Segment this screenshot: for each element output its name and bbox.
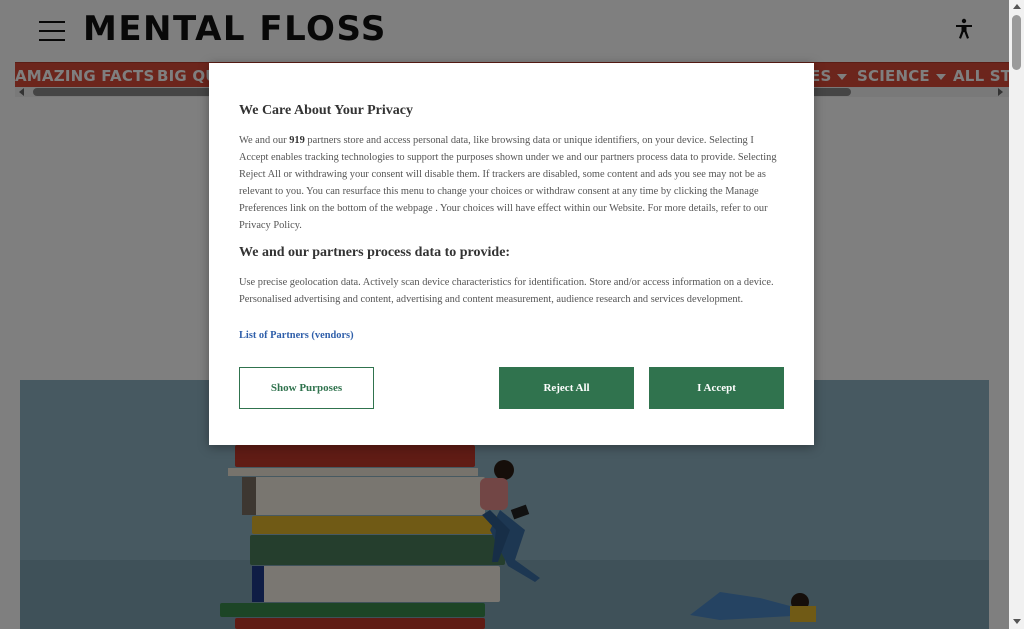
partners-list-link[interactable]: List of Partners (vendors) <box>239 330 354 341</box>
scroll-up-arrow-icon[interactable] <box>1013 4 1021 9</box>
dialog-title: We Care About Your Privacy <box>239 103 413 118</box>
scroll-down-arrow-icon[interactable] <box>1013 619 1021 624</box>
partner-count: 919 <box>289 135 305 146</box>
purposes-description: Use precise geolocation data. Actively s… <box>239 277 774 306</box>
reject-all-button[interactable]: Reject All <box>499 367 634 409</box>
dialog-subtitle: We and our partners process data to prov… <box>239 245 511 260</box>
dialog-description: We and our 919 partners store and access… <box>239 135 777 232</box>
page-vertical-scrollbar[interactable] <box>1009 0 1024 629</box>
vertical-scroll-thumb[interactable] <box>1012 15 1021 70</box>
show-purposes-button[interactable]: Show Purposes <box>239 367 374 409</box>
privacy-consent-dialog: We Care About Your Privacy We and our 91… <box>209 63 814 445</box>
accept-button[interactable]: I Accept <box>649 367 784 409</box>
